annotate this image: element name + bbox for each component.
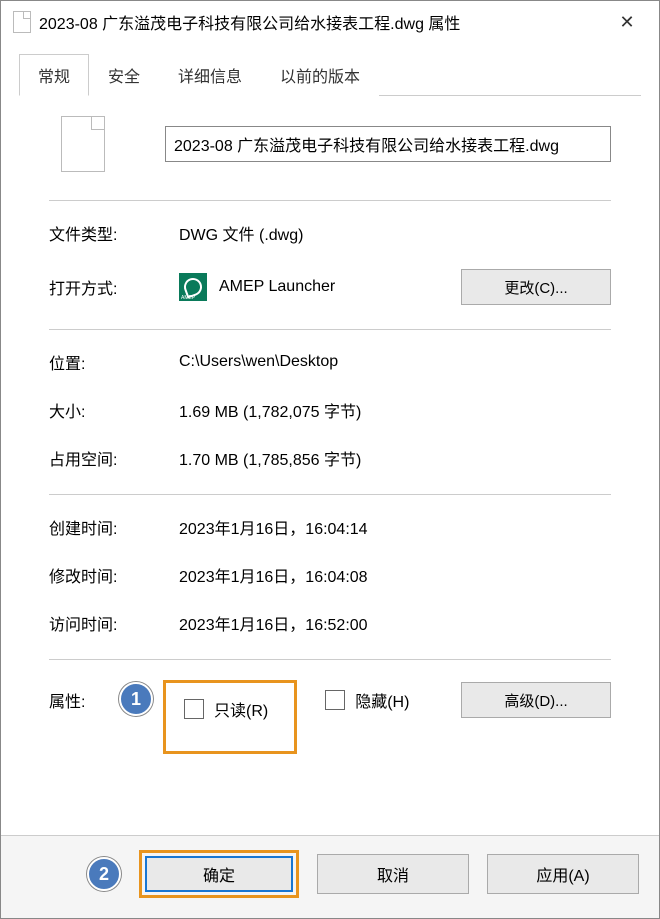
created-label: 创建时间: bbox=[49, 515, 179, 539]
tabs: 常规 安全 详细信息 以前的版本 bbox=[19, 53, 641, 96]
filename-input[interactable] bbox=[165, 126, 611, 162]
divider bbox=[49, 329, 611, 330]
tab-previous-versions[interactable]: 以前的版本 bbox=[261, 54, 379, 96]
filetype-label: 文件类型: bbox=[49, 221, 179, 245]
apply-button[interactable]: 应用(A) bbox=[487, 854, 639, 894]
size-value: 1.69 MB (1,782,075 字节) bbox=[179, 398, 611, 422]
created-value: 2023年1月16日，16:04:14 bbox=[179, 515, 611, 539]
annotation-highlight-ok: 确定 bbox=[139, 850, 299, 898]
size-label: 大小: bbox=[49, 398, 179, 422]
annotation-badge-2: 2 bbox=[87, 857, 121, 891]
general-panel: 文件类型: DWG 文件 (.dwg) 打开方式: AMEP AMEP Laun… bbox=[19, 96, 641, 764]
modified-label: 修改时间: bbox=[49, 563, 179, 587]
annotation-highlight-readonly: 只读(R) bbox=[163, 680, 297, 754]
readonly-checkbox[interactable] bbox=[184, 699, 204, 719]
app-icon: AMEP bbox=[179, 273, 207, 301]
modified-value: 2023年1月16日，16:04:08 bbox=[179, 563, 611, 587]
opens-with-value: AMEP Launcher bbox=[219, 278, 335, 296]
change-button[interactable]: 更改(C)... bbox=[461, 269, 611, 305]
size-on-disk-value: 1.70 MB (1,785,856 字节) bbox=[179, 446, 611, 470]
document-icon bbox=[61, 116, 105, 172]
readonly-label[interactable]: 只读(R) bbox=[214, 697, 268, 721]
filetype-value: DWG 文件 (.dwg) bbox=[179, 221, 611, 245]
accessed-value: 2023年1月16日，16:52:00 bbox=[179, 611, 611, 635]
tab-details[interactable]: 详细信息 bbox=[159, 54, 261, 96]
close-button[interactable]: ✕ bbox=[607, 7, 647, 37]
accessed-label: 访问时间: bbox=[49, 611, 179, 635]
dialog-footer: 2 确定 取消 应用(A) bbox=[1, 835, 659, 918]
window-title: 2023-08 广东溢茂电子科技有限公司给水接表工程.dwg 属性 bbox=[39, 10, 607, 34]
file-icon bbox=[13, 11, 31, 33]
hidden-label[interactable]: 隐藏(H) bbox=[355, 688, 409, 712]
size-on-disk-label: 占用空间: bbox=[49, 446, 179, 470]
tab-general[interactable]: 常规 bbox=[19, 54, 89, 96]
location-label: 位置: bbox=[49, 350, 179, 374]
tab-security[interactable]: 安全 bbox=[89, 54, 159, 96]
titlebar: 2023-08 广东溢茂电子科技有限公司给水接表工程.dwg 属性 ✕ bbox=[1, 1, 659, 43]
hidden-checkbox[interactable] bbox=[325, 690, 345, 710]
advanced-button[interactable]: 高级(D)... bbox=[461, 682, 611, 718]
divider bbox=[49, 494, 611, 495]
cancel-button[interactable]: 取消 bbox=[317, 854, 469, 894]
location-value: C:\Users\wen\Desktop bbox=[179, 353, 611, 371]
annotation-badge-1: 1 bbox=[119, 682, 153, 716]
attributes-label: 属性: bbox=[49, 680, 119, 712]
ok-button[interactable]: 确定 bbox=[145, 856, 293, 892]
divider bbox=[49, 200, 611, 201]
divider bbox=[49, 659, 611, 660]
opens-with-label: 打开方式: bbox=[49, 275, 179, 299]
